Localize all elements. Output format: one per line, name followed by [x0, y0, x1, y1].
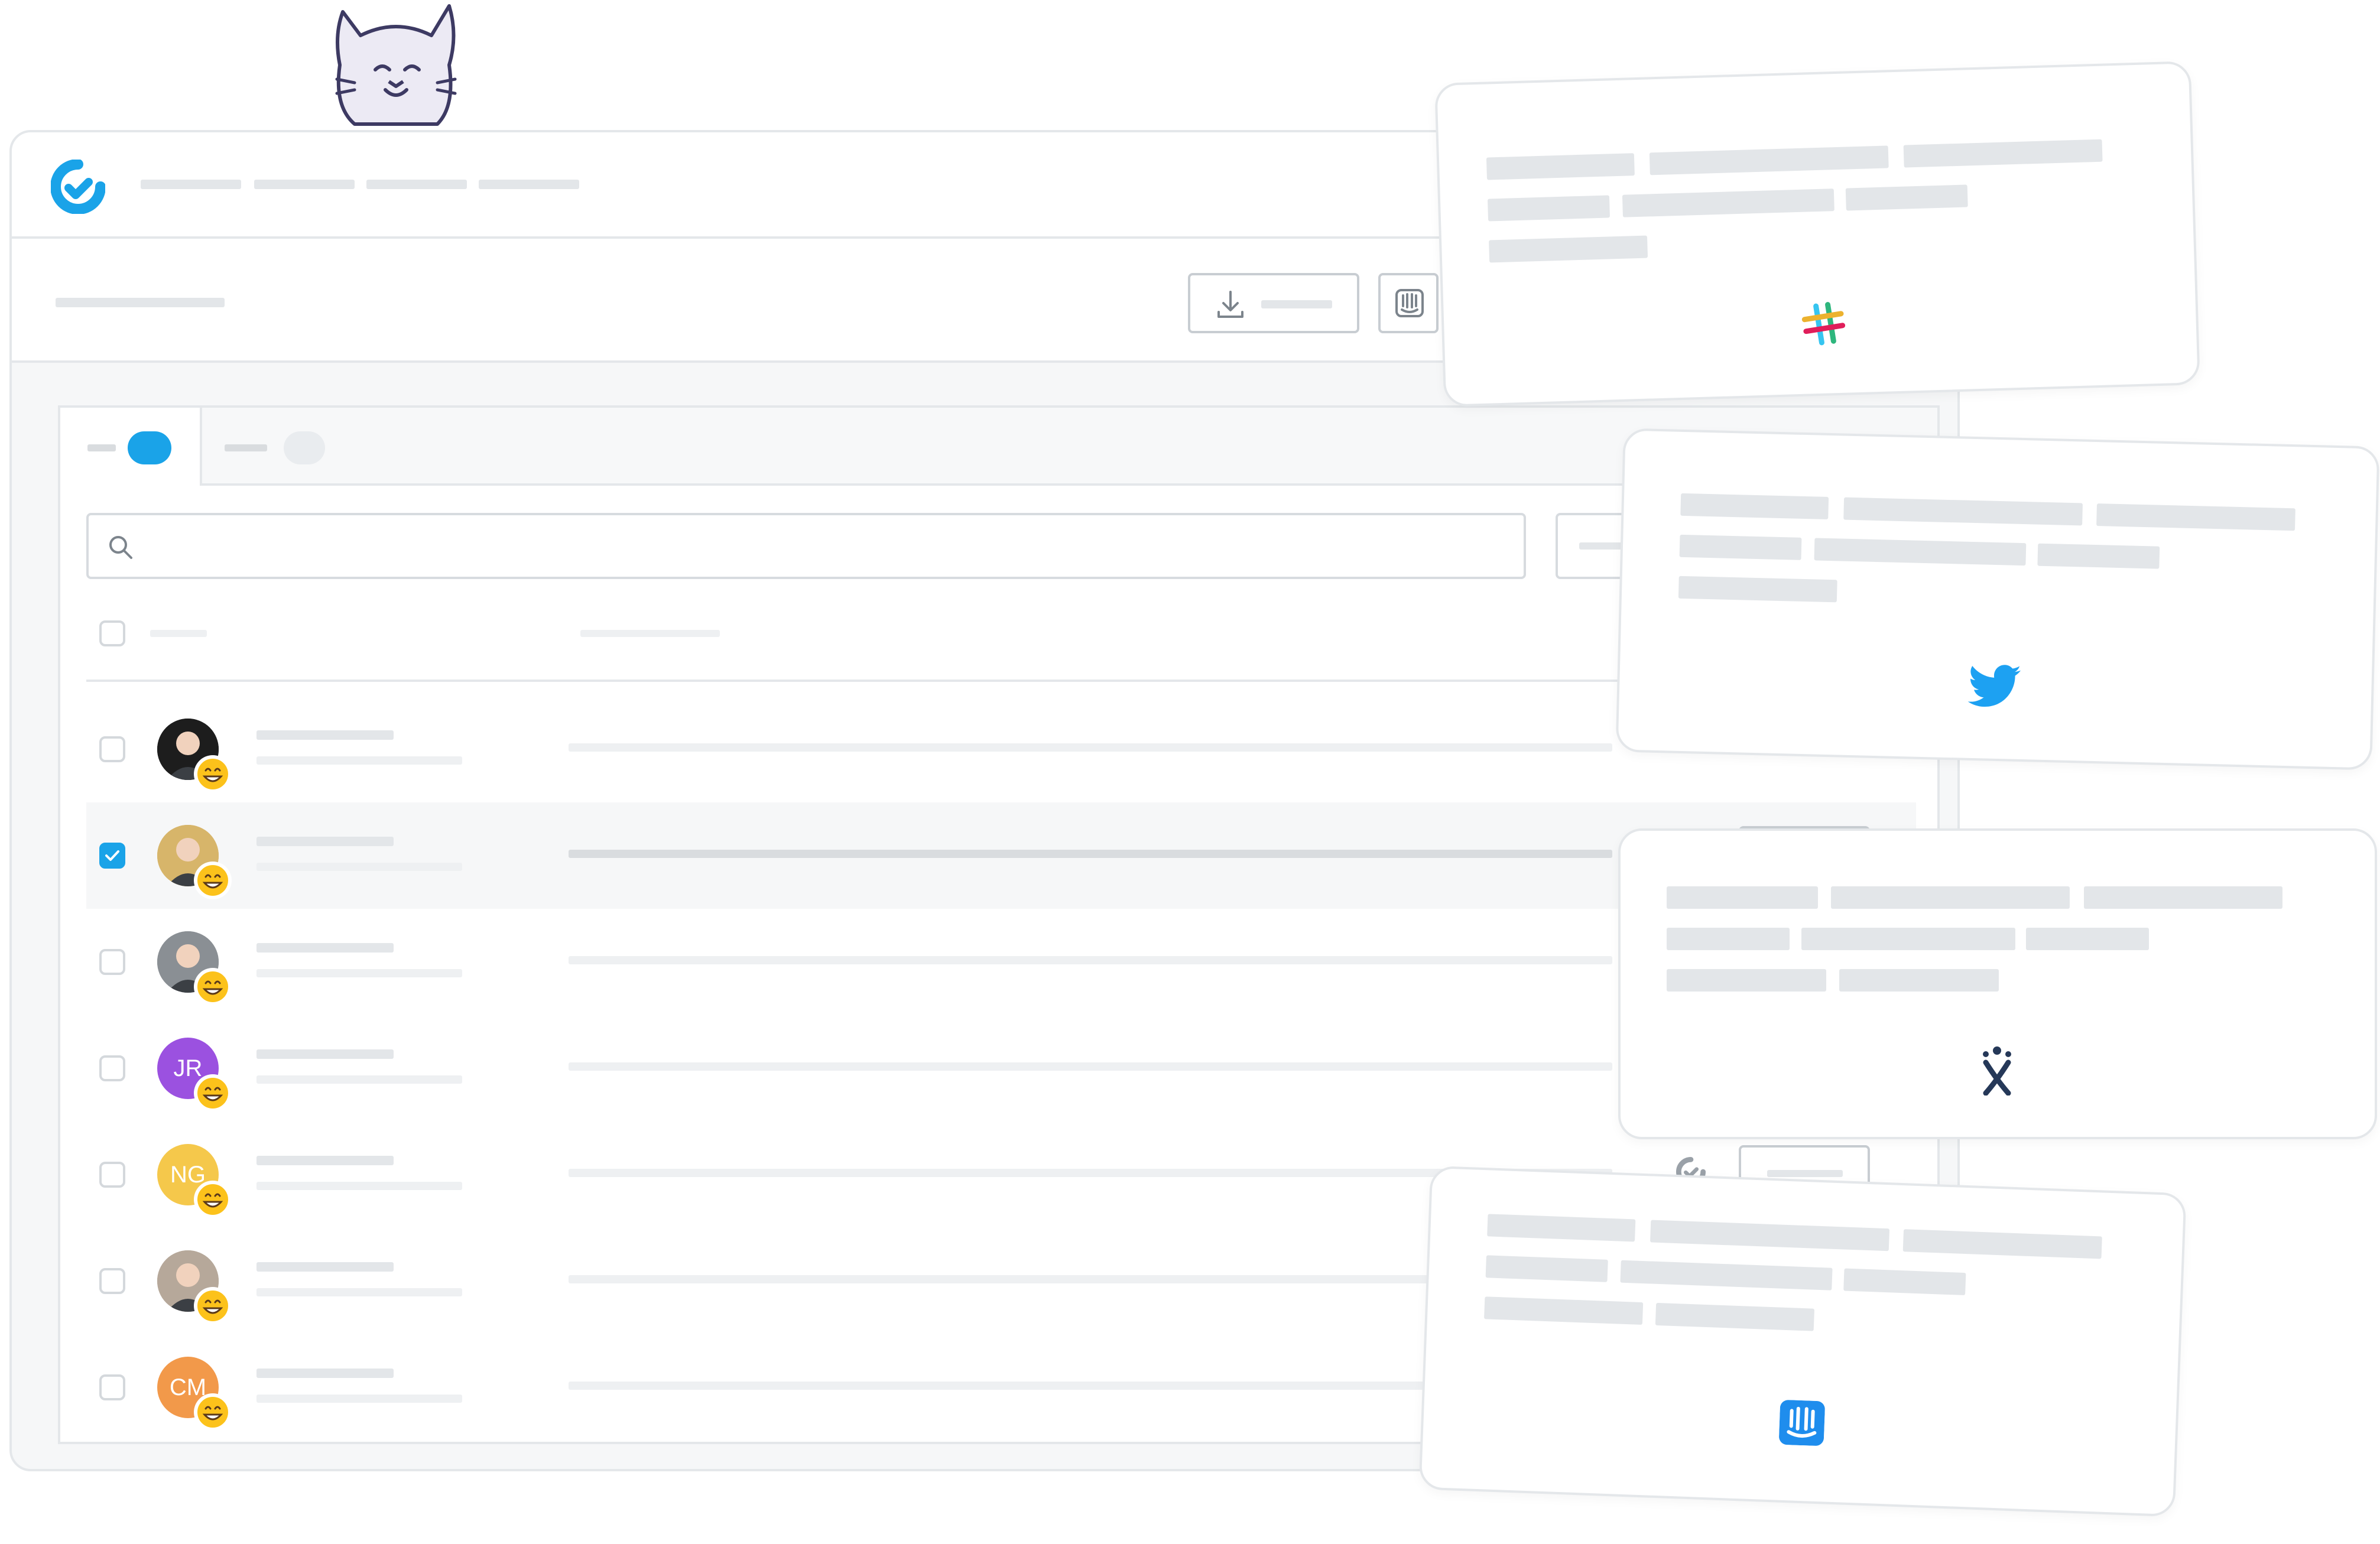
row-checkbox[interactable] [99, 1374, 125, 1400]
user-activity-bar [569, 743, 1612, 752]
row-checkbox[interactable] [99, 949, 125, 975]
user-email [256, 1395, 462, 1403]
user-name [256, 1049, 394, 1059]
tab-other[interactable] [202, 408, 356, 486]
card-text-line [1843, 497, 2083, 526]
tab-label [87, 444, 116, 451]
checkmark-icon [105, 850, 119, 861]
page-title [56, 298, 225, 307]
nav-item-2[interactable] [254, 180, 355, 189]
search-icon [109, 536, 132, 559]
user-name [256, 730, 394, 740]
card-text-line [1667, 928, 1790, 950]
tab-users[interactable] [60, 408, 202, 486]
card-text-line [1902, 1229, 2102, 1259]
intercom-icon [1779, 1400, 1825, 1446]
cat-mascot-icon [335, 4, 457, 126]
card-text-line [1801, 928, 2015, 950]
card-text-line [2084, 886, 2282, 909]
card-text-line [1487, 1214, 1636, 1242]
export-button-label [1261, 300, 1332, 308]
card-text-line [1650, 1220, 1890, 1252]
smiley-emoji-icon [194, 1074, 232, 1112]
user-name [256, 1369, 394, 1378]
intercom-button[interactable] [1378, 273, 1439, 333]
row-checkbox[interactable] [99, 843, 125, 869]
slack-icon [1801, 302, 1846, 346]
nav-item-1[interactable] [141, 180, 241, 189]
user-name [256, 1262, 394, 1272]
integration-card-intercom[interactable] [1418, 1165, 2187, 1517]
card-text-line [1484, 1296, 1644, 1325]
card-text-line [1839, 969, 1999, 992]
tab-label [225, 444, 267, 451]
integration-card-jira[interactable] [1618, 828, 2377, 1139]
row-checkbox[interactable] [99, 1162, 125, 1188]
smiley-emoji-icon [194, 1181, 232, 1218]
card-text-line [1678, 576, 1837, 603]
tab-count-badge [284, 431, 325, 464]
card-text-line [1622, 188, 1834, 217]
card-text-line [1667, 886, 1818, 909]
card-text-line [1667, 969, 1826, 992]
user-email [256, 1288, 462, 1296]
user-email [256, 1182, 462, 1190]
column-header-name [150, 630, 207, 637]
smiley-emoji-icon [194, 1393, 232, 1431]
smiley-emoji-icon [194, 755, 232, 793]
user-email [256, 1075, 462, 1084]
card-text-line [1814, 538, 2027, 566]
select-all-checkbox[interactable] [99, 620, 125, 646]
intercom-icon [1395, 289, 1424, 317]
card-text-line [2026, 928, 2149, 950]
column-header-detail [580, 630, 720, 637]
card-text-line [1843, 1268, 1966, 1296]
card-text-line [1489, 235, 1648, 263]
card-text-line [1487, 195, 1611, 222]
user-activity-bar [569, 1062, 1612, 1071]
download-icon [1217, 291, 1243, 318]
filter-button-label [1579, 542, 1626, 550]
card-text-line [1679, 534, 1802, 560]
card-text-line [1485, 1255, 1608, 1282]
nav-item-4[interactable] [479, 180, 579, 189]
user-email [256, 969, 462, 977]
card-text-line [1620, 1260, 1833, 1291]
card-text-line [1655, 1302, 1815, 1331]
integration-card-twitter[interactable] [1615, 428, 2380, 771]
user-name [256, 1156, 394, 1165]
user-name [256, 943, 394, 953]
user-activity-bar [569, 850, 1612, 858]
nav-item-3[interactable] [366, 180, 467, 189]
card-text-line [2037, 543, 2160, 569]
card-text-line [1486, 153, 1635, 180]
jira-icon [1983, 1046, 2011, 1096]
card-text-line [1831, 886, 2070, 909]
row-checkbox[interactable] [99, 736, 125, 762]
card-text-line [1680, 493, 1829, 519]
search-input[interactable] [86, 513, 1526, 579]
user-email [256, 863, 462, 871]
tab-count-badge [128, 431, 171, 464]
twitter-icon [1967, 665, 2021, 707]
integration-card-slack[interactable] [1434, 61, 2200, 407]
smiley-emoji-icon [194, 968, 232, 1006]
user-email [256, 756, 462, 765]
smiley-emoji-icon [194, 862, 232, 899]
card-text-line [1649, 145, 1889, 175]
row-checkbox[interactable] [99, 1055, 125, 1081]
card-text-line [1903, 139, 2103, 168]
card-text-line [1845, 184, 1968, 211]
user-activity-bar [569, 956, 1612, 964]
smiley-emoji-icon [194, 1287, 232, 1325]
user-name [256, 837, 394, 846]
card-text-line [2096, 503, 2295, 531]
header-divider [86, 680, 1800, 682]
export-button[interactable] [1188, 273, 1359, 333]
app-logo-icon[interactable] [51, 160, 105, 214]
row-checkbox[interactable] [99, 1268, 125, 1294]
row-action-label [1767, 1170, 1843, 1177]
